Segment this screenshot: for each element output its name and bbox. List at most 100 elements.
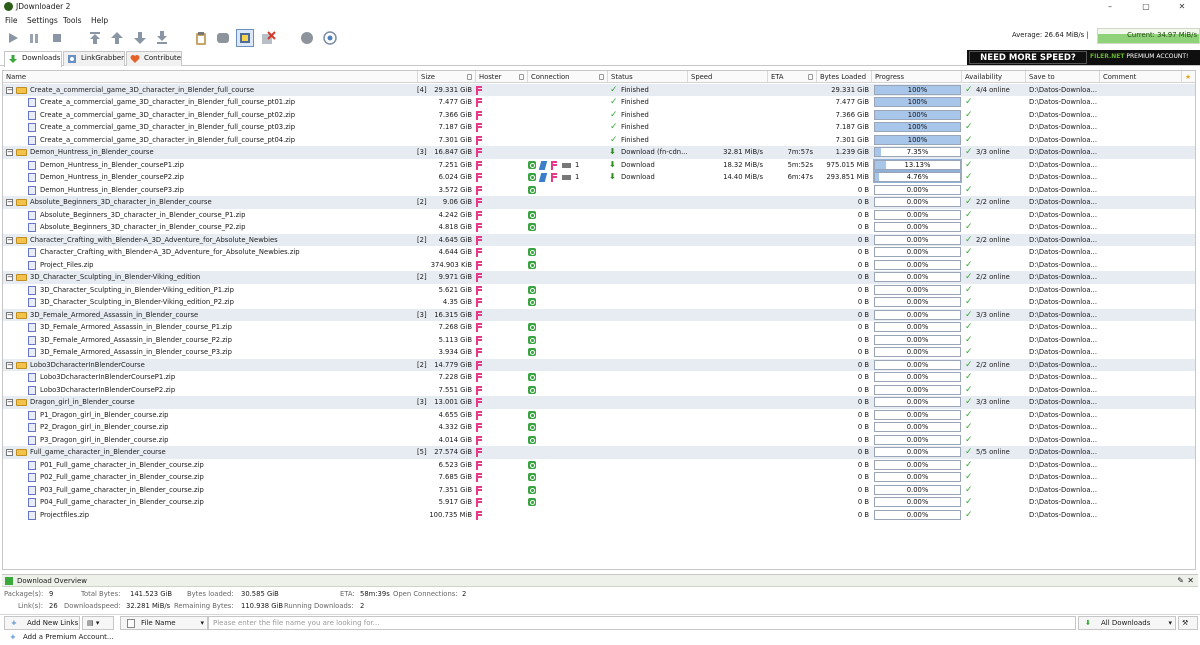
file-row[interactable]: 3D_Female_Armored_Assassin_in_Blender_co…: [3, 321, 1195, 334]
stop-downloads-button[interactable]: [49, 30, 65, 46]
collapse-icon[interactable]: −: [6, 149, 13, 156]
file-row[interactable]: 3D_Character_Sculpting_in_Blender-Viking…: [3, 296, 1195, 309]
column-size[interactable]: Size: [418, 71, 476, 83]
collapse-icon[interactable]: −: [6, 199, 13, 206]
move-bottom-button[interactable]: [154, 30, 170, 46]
menu-help[interactable]: Help: [91, 16, 108, 25]
file-row[interactable]: P1_Dragon_girl_in_Blender_course.zip 4.65…: [3, 409, 1195, 422]
file-row[interactable]: 3D_Character_Sculpting_in_Blender-Viking…: [3, 284, 1195, 297]
bottom-settings-button[interactable]: ⚒: [1178, 616, 1198, 630]
package-row[interactable]: − Full_game_character_in_Blender_course [5…: [3, 446, 1195, 459]
file-row[interactable]: 3D_Female_Armored_Assassin_in_Blender_co…: [3, 334, 1195, 347]
file-row[interactable]: P01_Full_game_character_in_Blender_cours…: [3, 459, 1195, 472]
package-row[interactable]: − Demon_Huntress_in_Blender_course [3] 16.8…: [3, 146, 1195, 159]
overview-close-icon[interactable]: ✕: [1187, 575, 1194, 587]
collapse-icon[interactable]: −: [6, 449, 13, 456]
column-status[interactable]: Status: [608, 71, 688, 83]
quick-settings-button[interactable]: ▤ ▾: [82, 616, 114, 630]
reconnect-button[interactable]: [215, 30, 231, 46]
network-button[interactable]: [322, 30, 338, 46]
update-button[interactable]: [299, 30, 315, 46]
file-row[interactable]: P2_Dragon_girl_in_Blender_course.zip 4.33…: [3, 421, 1195, 434]
package-row[interactable]: − Absolute_Beginners_3D_character_in_Blen…: [3, 196, 1195, 209]
clear-finished-button[interactable]: [260, 30, 276, 46]
availability-text: 3/3 online: [976, 148, 1010, 156]
file-row[interactable]: P02_Full_game_character_in_Blender_cours…: [3, 471, 1195, 484]
collapse-icon[interactable]: −: [6, 361, 13, 369]
file-row[interactable]: P03_Full_game_character_in_Blender_cours…: [3, 484, 1195, 497]
pause-downloads-button[interactable]: [27, 30, 43, 46]
clipboard-button[interactable]: [193, 30, 209, 46]
file-row[interactable]: Absolute_Beginners_3D_character_in_Blend…: [3, 221, 1195, 234]
package-row[interactable]: − Dragon_girl_in_Blender_course [3] 13.001 …: [3, 396, 1195, 409]
package-row[interactable]: − 3D_Female_Armored_Assassin_in_Blender_c…: [3, 308, 1195, 321]
collapse-icon[interactable]: −: [6, 311, 13, 319]
file-row[interactable]: P3_Dragon_girl_in_Blender_course.zip 4.01…: [3, 434, 1195, 447]
downloads-table[interactable]: Name Size Hoster Connection Status Speed…: [2, 70, 1196, 570]
folder-icon: [16, 149, 27, 156]
tab-contribute[interactable]: Contribute: [126, 51, 182, 66]
file-row[interactable]: Lobo3DcharacterInBlenderCourseP1.zip 7.22…: [3, 371, 1195, 384]
package-row[interactable]: − 3D_Character_Sculpting_in_Blender-Vikin…: [3, 271, 1195, 284]
menu-file[interactable]: File: [5, 16, 18, 25]
menu-settings[interactable]: Settings: [27, 16, 58, 25]
collapse-icon[interactable]: −: [6, 274, 13, 281]
file-row[interactable]: Create_a_commercial_game_3D_character_in…: [3, 96, 1195, 109]
menu-tools[interactable]: Tools: [63, 16, 81, 25]
package-row[interactable]: − Create_a_commercial_game_3D_character_i…: [3, 83, 1195, 96]
close-button[interactable]: ✕: [1164, 0, 1200, 14]
file-row[interactable]: Projectfiles.zip 100.735 MiB 0 B 0.00% ✓ D:\D…: [3, 509, 1195, 522]
move-down-button[interactable]: [132, 30, 148, 46]
file-row[interactable]: Create_a_commercial_game_3D_character_in…: [3, 121, 1195, 134]
file-row[interactable]: Create_a_commercial_game_3D_character_in…: [3, 134, 1195, 147]
tab-linkgrabber[interactable]: LinkGrabber: [63, 51, 125, 66]
size-value: 16.315 GiB: [434, 310, 472, 319]
file-row[interactable]: 3D_Female_Armored_Assassin_in_Blender_co…: [3, 346, 1195, 359]
file-name-select[interactable]: File Name ▾: [120, 616, 208, 630]
column-settings[interactable]: ★: [1182, 71, 1195, 83]
column-bytes-loaded[interactable]: Bytes Loaded: [817, 71, 872, 83]
file-name: 3D_Female_Armored_Assassin_in_Blender_co…: [40, 335, 232, 344]
file-row[interactable]: Lobo3DcharacterInBlenderCourseP2.zip 7.55…: [3, 384, 1195, 397]
online-check-icon: ✓: [965, 234, 973, 245]
save-to-path: D:\Datos-Downloa...: [1029, 260, 1097, 269]
column-eta[interactable]: ETA: [768, 71, 817, 83]
package-row[interactable]: − Lobo3DcharacterInBlenderCourse [2] 14.779…: [3, 358, 1195, 371]
file-row[interactable]: Create_a_commercial_game_3D_character_in…: [3, 109, 1195, 122]
search-input[interactable]: Please enter the file name you are looki…: [208, 616, 1076, 630]
add-premium-account-link[interactable]: + Add a Premium Account...: [0, 630, 1200, 645]
move-top-button[interactable]: [87, 30, 103, 46]
move-up-button[interactable]: [109, 30, 125, 46]
bytes-loaded-value: 0 B: [857, 198, 869, 206]
file-row[interactable]: Character_Crafting_with_Blender-A_3D_Adv…: [3, 246, 1195, 259]
file-row[interactable]: Demon_Huntress_in_Blender_courseP3.zip 3.…: [3, 184, 1195, 197]
file-row[interactable]: Project_Files.zip 374.903 KiB 0 B 0.00% ✓ D:\…: [3, 259, 1195, 272]
file-row[interactable]: Absolute_Beginners_3D_character_in_Blend…: [3, 209, 1195, 222]
column-save-to[interactable]: Save to: [1026, 71, 1100, 83]
file-row[interactable]: P04_Full_game_character_in_Blender_cours…: [3, 496, 1195, 509]
minimize-button[interactable]: –: [1092, 0, 1128, 14]
file-row[interactable]: Demon_Huntress_in_Blender_courseP2.zip 6.…: [3, 171, 1195, 184]
collapse-icon[interactable]: −: [6, 236, 13, 244]
column-availability[interactable]: Availability: [962, 71, 1026, 83]
add-new-links-button[interactable]: + Add New Links: [4, 616, 80, 630]
overview-settings-icon[interactable]: ✎: [1177, 575, 1184, 587]
column-connection[interactable]: Connection: [528, 71, 608, 83]
column-speed[interactable]: Speed: [688, 71, 768, 83]
auto-reconnect-button[interactable]: [236, 29, 254, 47]
menu-icon: ▤ ▾: [87, 619, 100, 627]
column-progress[interactable]: Progress: [872, 71, 962, 83]
column-name[interactable]: Name: [3, 71, 418, 83]
package-row[interactable]: − Character_Crafting_with_Blender-A_3D_Ad…: [3, 233, 1195, 246]
start-downloads-button[interactable]: [5, 30, 21, 46]
collapse-icon[interactable]: −: [6, 399, 13, 406]
all-downloads-select[interactable]: ⬇ All Downloads ▾: [1078, 616, 1176, 630]
premium-banner[interactable]: NEED MORE SPEED? FILER.NET PREMIUM ACCOU…: [967, 50, 1200, 65]
column-hoster[interactable]: Hoster: [476, 71, 528, 83]
collapse-icon[interactable]: −: [6, 86, 13, 94]
tab-downloads[interactable]: Downloads: [4, 51, 62, 67]
maximize-button[interactable]: ▢: [1128, 0, 1164, 14]
file-row[interactable]: Demon_Huntress_in_Blender_courseP1.zip 7.…: [3, 158, 1195, 172]
column-comment[interactable]: Comment: [1100, 71, 1182, 83]
recycle-icon: [528, 223, 536, 231]
